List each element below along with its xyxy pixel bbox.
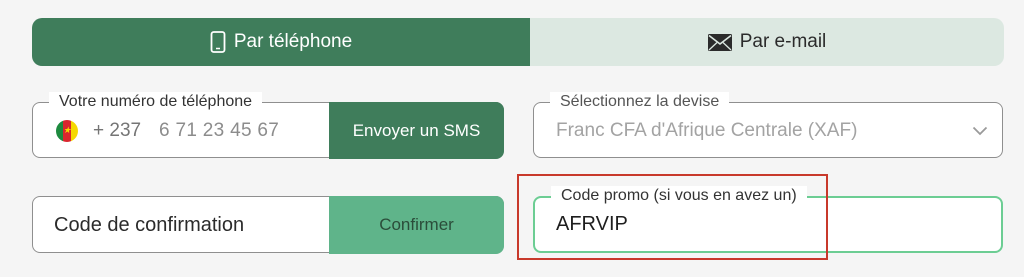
phone-number-input[interactable]: 6 71 23 45 67 bbox=[159, 120, 279, 142]
tab-email[interactable]: Par e-mail bbox=[530, 18, 1004, 66]
tab-phone-label: Par téléphone bbox=[233, 31, 353, 52]
confirm-button[interactable]: Confirmer bbox=[329, 196, 504, 254]
confirmation-code-input[interactable]: Code de confirmation bbox=[54, 214, 244, 237]
flag-star-icon: ★ bbox=[63, 125, 72, 135]
tab-email-label: Par e-mail bbox=[739, 31, 827, 52]
highlight-box bbox=[517, 174, 828, 260]
chevron-down-icon[interactable] bbox=[972, 123, 988, 141]
send-sms-button[interactable]: Envoyer un SMS bbox=[329, 102, 504, 159]
currency-value: Franc CFA d'Afrique Centrale (XAF) bbox=[556, 120, 858, 141]
envelope-icon bbox=[707, 33, 732, 51]
phone-field-label: Votre numéro de téléphone bbox=[49, 92, 263, 112]
currency-field-label: Sélectionnez la devise bbox=[550, 92, 730, 112]
method-tabs: Par téléphone Par e-mail bbox=[32, 18, 1004, 66]
phone-field: Votre numéro de téléphone ★ + 237 6 71 2… bbox=[32, 92, 504, 159]
confirmation-code-field: Code de confirmation Confirmer bbox=[32, 196, 504, 254]
tab-phone[interactable]: Par téléphone bbox=[32, 18, 530, 66]
cameroon-flag-icon[interactable]: ★ bbox=[56, 120, 78, 142]
smartphone-icon bbox=[210, 31, 226, 53]
dial-code: + 237 bbox=[93, 120, 142, 141]
currency-select[interactable]: Sélectionnez la devise Franc CFA d'Afriq… bbox=[533, 92, 1003, 158]
